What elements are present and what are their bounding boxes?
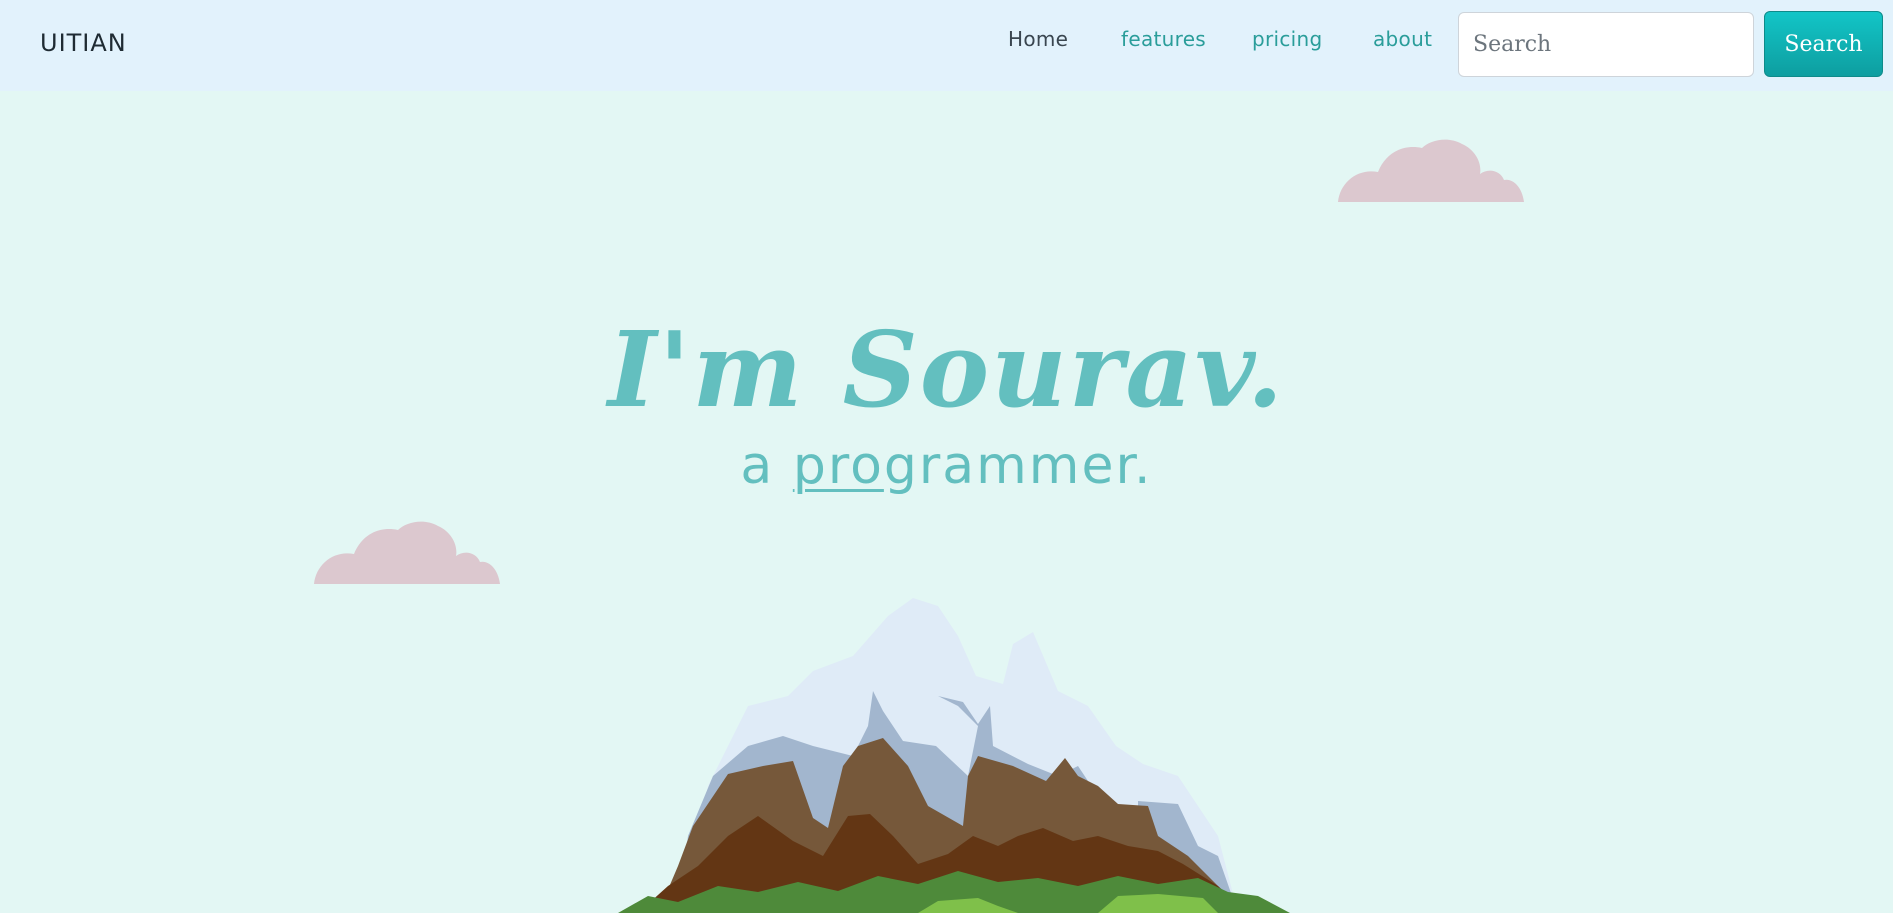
subtitle-typed-text: pro xyxy=(792,436,884,496)
subtitle-rest: grammer. xyxy=(883,436,1153,496)
mountain-illustration xyxy=(618,598,1290,913)
navbar: UITIAN Home features pricing about Searc… xyxy=(0,0,1893,91)
hero-subtitle: a programmer. xyxy=(0,440,1893,492)
nav-link-pricing[interactable]: pricing xyxy=(1252,27,1323,51)
nav-link-features[interactable]: features xyxy=(1121,27,1206,51)
nav-link-home[interactable]: Home xyxy=(1008,27,1068,51)
nav-link-about[interactable]: about xyxy=(1373,27,1432,51)
cloud-icon xyxy=(314,521,500,584)
subtitle-prefix: a xyxy=(740,436,793,496)
brand-logo[interactable]: UITIAN xyxy=(40,29,127,57)
search-input[interactable] xyxy=(1458,12,1754,77)
hero-title: I'm Sourav. xyxy=(607,307,1286,431)
search-button[interactable]: Search xyxy=(1764,11,1883,77)
cloud-icon xyxy=(1338,139,1524,202)
